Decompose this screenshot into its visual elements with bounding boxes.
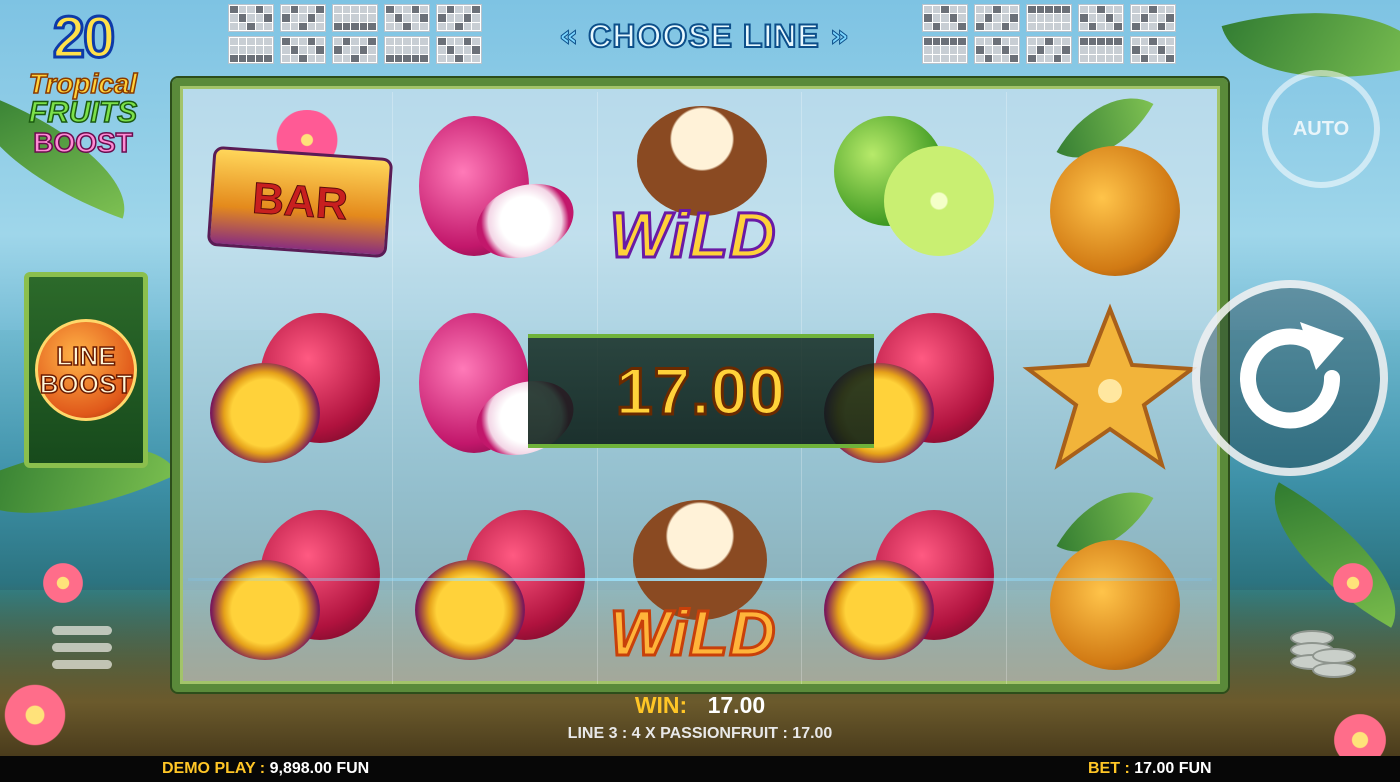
reel-cell (188, 289, 393, 487)
game-logo: 20 Tropical FRUITS BOOST (8, 4, 158, 176)
reel-cell (802, 92, 1008, 290)
win-amount-banner: 17.00 (528, 334, 874, 448)
payline-indicator[interactable] (1078, 4, 1124, 32)
reel-cell (1007, 73, 1212, 289)
balance-value: 9,898.00 FUN (269, 760, 370, 777)
chevron-left-icon: « (558, 18, 579, 54)
bar-symbol-text: BAR (250, 173, 350, 230)
demo-play-label: DEMO PLAY : (162, 760, 266, 777)
auto-label: AUTO (1292, 117, 1350, 140)
payline-indicator[interactable] (436, 36, 482, 64)
pineapple-symbol (1020, 468, 1200, 671)
payline-indicator[interactable] (280, 4, 326, 32)
payline-indicator[interactable] (1078, 36, 1124, 64)
payline-indicator[interactable] (332, 36, 378, 64)
payline-indicator[interactable] (384, 36, 430, 64)
win-amount-banner-text: 17.00 (614, 353, 787, 430)
logo-line-tropical: Tropical (28, 68, 138, 99)
starfruit-symbol (1022, 303, 1198, 470)
pineapple-symbol (1020, 73, 1200, 276)
reel-cell (1007, 289, 1212, 486)
payline-indicator[interactable] (1026, 36, 1072, 64)
reel-cell (188, 486, 393, 684)
line-boost-label-1: LINE (56, 341, 117, 371)
reel-cell (802, 486, 1008, 684)
payline-indicator[interactable] (228, 4, 274, 32)
choose-line-label: CHOOSE LINE (587, 17, 820, 55)
passionfruit-symbol (405, 500, 585, 670)
flower-decoration (1330, 560, 1376, 606)
payline-indicator[interactable] (922, 4, 968, 32)
line-boost-button[interactable]: LINE BOOST (24, 272, 148, 468)
logo-line-boost: BOOST (32, 127, 133, 159)
logo-line-fruits: FRUITS (28, 96, 138, 129)
passionfruit-symbol (200, 303, 380, 473)
bar-symbol: BAR (200, 106, 394, 276)
wild-symbol-text: WiLD (608, 197, 777, 272)
payline-indicator[interactable] (280, 36, 326, 64)
wild-symbol-text: WiLD (608, 596, 777, 671)
lime-symbol (814, 106, 995, 276)
payline-indicators-right (922, 4, 1176, 64)
reel-cell: BAR (188, 92, 394, 290)
bet-value: 17.00 FUN (1134, 760, 1212, 777)
flower-decoration (0, 680, 70, 750)
win-info: WIN: 17.00 LINE 3 : 4 X PASSIONFRUIT : 1… (560, 692, 840, 743)
bet-label: BET : (1088, 760, 1130, 777)
reel-cell (393, 486, 598, 684)
payline-indicator[interactable] (974, 4, 1020, 32)
choose-line-button[interactable]: « CHOOSE LINE » (540, 14, 868, 58)
payline-indicator[interactable] (436, 4, 482, 32)
winning-payline (188, 578, 1212, 581)
spin-icon (1240, 322, 1344, 429)
reel-cell (393, 92, 598, 290)
payline-indicator[interactable] (1026, 4, 1072, 32)
payline-indicator[interactable] (332, 4, 378, 32)
auto-spin-button[interactable]: AUTO (1262, 70, 1380, 188)
win-value: 17.00 (707, 692, 766, 718)
reel-cell: WiLD (598, 92, 803, 290)
win-label: WIN: (634, 692, 688, 718)
passionfruit-symbol (200, 500, 380, 670)
line-boost-label-2: BOOST (39, 369, 133, 399)
balance-display: DEMO PLAY : 9,898.00 FUN (162, 760, 369, 778)
line-boost-badge: LINE BOOST (35, 319, 137, 421)
payline-indicator[interactable] (1130, 4, 1176, 32)
reel-cell (1007, 468, 1212, 684)
payline-indicator[interactable] (974, 36, 1020, 64)
passionfruit-symbol (814, 500, 995, 670)
status-bar: DEMO PLAY : 9,898.00 FUN BET : 17.00 FUN (0, 756, 1400, 782)
payline-indicator[interactable] (228, 36, 274, 64)
payline-indicator[interactable] (922, 36, 968, 64)
logo-number: 20 (51, 4, 117, 71)
flower-decoration (40, 560, 86, 606)
wild-symbol: WiLD (608, 500, 789, 671)
winning-line-description: LINE 3 : 4 X PASSIONFRUIT : 17.00 (567, 725, 833, 742)
spin-button[interactable] (1192, 280, 1388, 476)
bet-display: BET : 17.00 FUN (1088, 760, 1212, 778)
reel-cell: WiLD (598, 486, 803, 684)
chevron-right-icon: » (829, 18, 850, 54)
payline-indicator[interactable] (1130, 36, 1176, 64)
menu-icon[interactable] (52, 626, 112, 680)
dragonfruit-symbol (405, 106, 585, 276)
wild-symbol: WiLD (608, 105, 789, 276)
payline-indicator[interactable] (384, 4, 430, 32)
payline-indicators-left (228, 4, 482, 64)
coins-icon[interactable] (1286, 622, 1362, 688)
